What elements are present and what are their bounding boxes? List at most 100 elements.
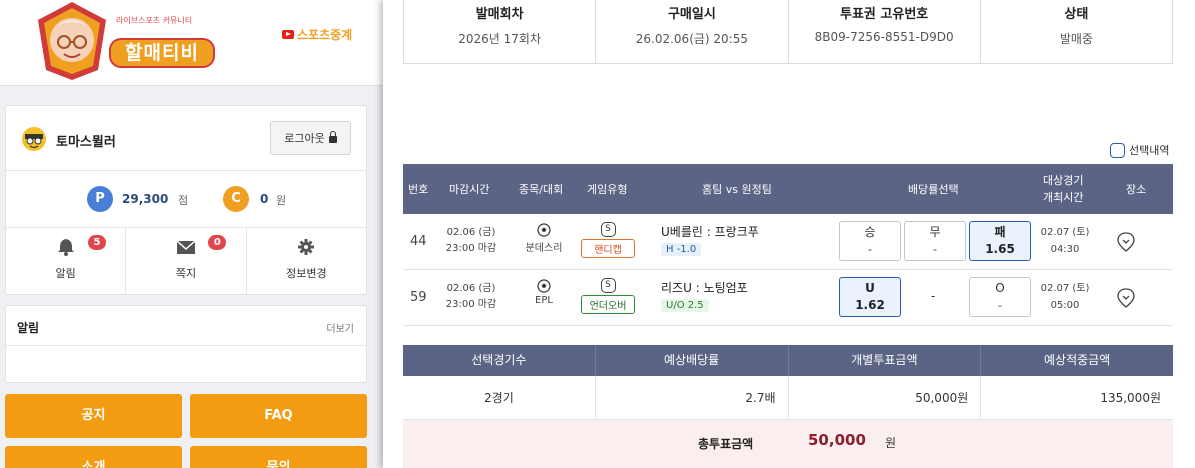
sports-broadcast-link[interactable]: 스포츠중계 bbox=[282, 26, 352, 43]
odds-draw-button[interactable]: 무 - bbox=[904, 221, 966, 261]
over-under-tag: U/O 2.5 bbox=[661, 299, 709, 312]
col-deadline: 마감시간 bbox=[449, 183, 490, 196]
row-deadline: 02.06 (금) 23:00 마감 bbox=[443, 281, 499, 313]
intro-button[interactable]: 소개 bbox=[5, 446, 182, 468]
betting-slip-panel: 발매회차 2026년 17회차 구매일시 26.02.06(금) 20:55 투… bbox=[383, 0, 1195, 468]
info-status: 상태 발매중 bbox=[981, 0, 1172, 63]
site-header: 라이브스포츠 커뮤니티 할매티비 스포츠중계 bbox=[0, 0, 383, 86]
faq-button[interactable]: FAQ bbox=[190, 394, 367, 438]
info-ticket-id: 투표권 고유번호 8B09-7256-8551-D9D0 bbox=[789, 0, 981, 63]
s-icon: S bbox=[600, 222, 616, 237]
deadline-time: 23:00 마감 bbox=[445, 299, 497, 310]
site-logo[interactable]: 라이브스포츠 커뮤니티 할매티비 bbox=[36, 0, 216, 82]
total-value: 50,000 bbox=[808, 431, 866, 449]
selection-toggle[interactable]: 선택내역 bbox=[1110, 142, 1169, 158]
odds-win-button[interactable]: 승 - bbox=[839, 221, 901, 261]
row-number: 59 bbox=[410, 290, 427, 305]
deadline-date: 02.06 (금) bbox=[446, 283, 496, 294]
total-unit: 원 bbox=[885, 436, 897, 450]
summary-col-stake: 개별투표금액 bbox=[789, 345, 982, 376]
game-time: 04:30 bbox=[1050, 244, 1080, 255]
handicap-tag: H -1.0 bbox=[661, 243, 702, 256]
notice-more-link[interactable]: 더보기 bbox=[326, 320, 354, 335]
summary-col-odds: 예상배당률 bbox=[596, 345, 789, 376]
row-game-time: 02.07 (토) 04:30 bbox=[1035, 224, 1095, 258]
grandma-mascot-icon bbox=[38, 2, 106, 80]
odds-value: - bbox=[998, 299, 1002, 312]
inquiry-button[interactable]: 문의 bbox=[190, 446, 367, 468]
odds-none: - bbox=[931, 289, 936, 303]
info-ticket-header: 투표권 고유번호 bbox=[840, 7, 929, 22]
location-pin-icon[interactable] bbox=[1116, 232, 1136, 252]
messages-label: 쪽지 bbox=[175, 267, 197, 280]
logout-label: 로그아웃 bbox=[284, 132, 325, 145]
play-icon bbox=[282, 30, 294, 39]
col-odds: 배당률선택 bbox=[908, 183, 959, 196]
row-sport: 분데스리 bbox=[521, 223, 567, 254]
summary-col-payout: 예상적중금액 bbox=[1044, 353, 1111, 367]
user-row: 토마스뮐러 로그아웃 bbox=[6, 106, 366, 171]
row-game-type: S 언더오버 bbox=[581, 277, 635, 314]
game-date: 02.07 (토) bbox=[1040, 227, 1090, 238]
col-number: 번호 bbox=[408, 183, 429, 196]
odds-over-button[interactable]: O - bbox=[969, 277, 1031, 317]
quick-profile-edit[interactable]: 정보변경 bbox=[247, 228, 366, 294]
info-round-value: 2026년 17회차 bbox=[458, 32, 541, 46]
table-row: 44 02.06 (금) 23:00 마감 분데스리 S 핸디캡 U베를린: … bbox=[403, 214, 1173, 270]
col-sport: 종목/대회 bbox=[519, 183, 564, 196]
logo-title: 할매티비 bbox=[109, 38, 215, 68]
balance-row: P 29,300 점 C 0 원 bbox=[6, 171, 366, 228]
game-time: 05:00 bbox=[1050, 300, 1080, 311]
user-card: 토마스뮐러 로그아웃 P 29,300 점 C 0 원 5 알림 0 쪽지 정보… bbox=[5, 105, 367, 295]
sports-broadcast-label: 스포츠중계 bbox=[297, 28, 353, 42]
total-row: 총투표금액 50,000 원 bbox=[403, 420, 1173, 468]
odds-lose-button[interactable]: 패 1.65 bbox=[969, 221, 1031, 261]
bell-icon bbox=[57, 239, 74, 256]
notice-button[interactable]: 공지 bbox=[5, 394, 182, 438]
match-teams: U베를린 : 프랑크푸 bbox=[661, 225, 759, 239]
summary-col-count: 선택경기수 bbox=[403, 345, 596, 376]
odds-under-button[interactable]: U 1.62 bbox=[839, 277, 901, 317]
logo-subtitle: 라이브스포츠 커뮤니티 bbox=[116, 16, 193, 25]
selection-checkbox[interactable] bbox=[1110, 142, 1125, 158]
table-row: 59 02.06 (금) 23:00 마감 EPL S 언더오버 리즈U: 노… bbox=[403, 270, 1173, 326]
info-purchase-header: 구매일시 bbox=[667, 7, 716, 22]
messages-count-badge: 0 bbox=[208, 235, 227, 250]
selection-toggle-label: 선택내역 bbox=[1129, 144, 1170, 157]
avatar bbox=[22, 127, 46, 151]
match-teams: 리즈U : 노팅엄포 bbox=[661, 281, 748, 295]
cash-unit: 원 bbox=[276, 194, 287, 207]
quick-messages[interactable]: 0 쪽지 bbox=[126, 228, 247, 294]
info-ticket-value: 8B09-7256-8551-D9D0 bbox=[814, 30, 954, 44]
info-round: 발매회차 2026년 17회차 bbox=[404, 0, 597, 63]
quick-alerts[interactable]: 5 알림 bbox=[6, 228, 127, 294]
summary-game-count: 2경기 bbox=[403, 376, 596, 419]
alerts-count-badge: 5 bbox=[88, 235, 106, 250]
info-purchase-value: 26.02.06(금) 20:55 bbox=[635, 32, 748, 46]
notice-header: 알림 더보기 bbox=[6, 306, 366, 346]
quick-menu: 5 알림 0 쪽지 정보변경 bbox=[6, 228, 366, 294]
soccer-ball-icon bbox=[537, 223, 551, 237]
points-value: 29,300 bbox=[122, 192, 169, 206]
summary-expected-odds: 2.7배 bbox=[596, 376, 789, 419]
summary-stake: 50,000원 bbox=[789, 376, 982, 419]
odds-label: O bbox=[995, 281, 1005, 295]
game-type-tag: 핸디캡 bbox=[581, 239, 635, 258]
row-deadline: 02.06 (금) 23:00 마감 bbox=[443, 225, 499, 257]
slip-info-table: 발매회차 2026년 17회차 구매일시 26.02.06(금) 20:55 투… bbox=[403, 0, 1173, 64]
notice-title: 알림 bbox=[17, 321, 40, 335]
cash-icon: C bbox=[223, 186, 249, 212]
odds-value: - bbox=[868, 243, 872, 256]
row-number: 44 bbox=[410, 234, 427, 249]
odds-label: 승 bbox=[864, 225, 876, 239]
sidebar: 라이브스포츠 커뮤니티 할매티비 스포츠중계 토마스뮐러 로그아웃 P 29,3… bbox=[0, 0, 383, 468]
game-date: 02.07 (토) bbox=[1040, 283, 1090, 294]
alerts-label: 알림 bbox=[55, 267, 76, 280]
row-game-time: 02.07 (토) 05:00 bbox=[1035, 280, 1095, 314]
username: 토마스뮐러 bbox=[56, 135, 116, 150]
col-game-time: 대상경기 개최시간 bbox=[1043, 174, 1084, 204]
lock-icon bbox=[328, 131, 337, 143]
location-pin-icon[interactable] bbox=[1116, 288, 1136, 308]
row-match: U베를린 : 프랑크푸 H -1.0 bbox=[661, 223, 811, 256]
logout-button[interactable]: 로그아웃 bbox=[270, 121, 351, 155]
